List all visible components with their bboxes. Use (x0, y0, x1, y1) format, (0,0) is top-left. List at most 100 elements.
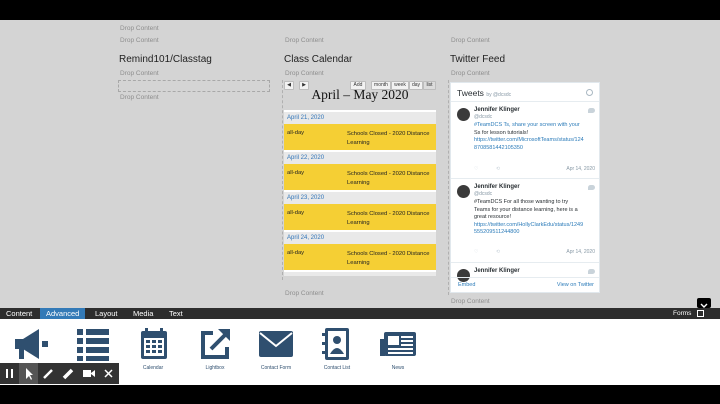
view-on-twitter-link[interactable]: View on Twitter (557, 282, 594, 288)
bottom-bar (0, 385, 720, 404)
calendar-day-header-partial (284, 272, 436, 276)
drop-zone[interactable]: Drop Content (451, 298, 490, 305)
drop-zone[interactable]: Drop Content (120, 37, 159, 44)
tweet-actions[interactable]: ♡ ⟲ (474, 249, 508, 255)
tweet-line: Teams for your distance learning, here i… (474, 206, 578, 213)
twitter-bird-icon (588, 108, 595, 113)
column-title-remind101: Remind101/Classtag (119, 54, 212, 65)
tab-content[interactable]: Content (0, 308, 38, 319)
calendar-day-header[interactable]: April 23, 2020 (284, 192, 436, 204)
widget-label: Contact List (323, 365, 351, 371)
tweet-date[interactable]: Apr 14, 2020 (566, 166, 595, 172)
widget-contact-list[interactable]: Contact List (312, 327, 362, 371)
column-divider (282, 80, 283, 280)
tweet-link[interactable]: 555209511244800 (474, 229, 596, 237)
drop-zone[interactable]: Drop Content (120, 70, 159, 77)
tweet[interactable]: Jennifer Klinger @dcsdc #TeamDCS Ts, sha… (451, 101, 599, 178)
drop-zone[interactable]: Drop Content (120, 25, 159, 32)
avatar[interactable] (457, 108, 470, 121)
collapse-tray-button[interactable] (697, 298, 711, 308)
tab-text[interactable]: Text (163, 308, 189, 319)
calendar-day-header[interactable]: April 21, 2020 (284, 112, 436, 124)
pen-icon[interactable] (39, 363, 58, 384)
tweet-author[interactable]: Jennifer Klinger (474, 184, 520, 190)
tweet-date[interactable]: Apr 14, 2020 (566, 249, 595, 255)
tweet-line: #TeamDCS For all those wanting to try (474, 199, 569, 205)
twitter-feed-widget[interactable]: Tweets by @dcsdc Jennifer Klinger @dcsdc… (450, 82, 600, 293)
tweet-author[interactable]: Jennifer Klinger (474, 268, 520, 274)
widget-label: Calendar (142, 365, 164, 371)
highlighter-icon[interactable] (59, 363, 78, 384)
newspaper-icon (380, 332, 416, 356)
embed-link[interactable]: Embed (458, 282, 475, 288)
pause-icon[interactable] (0, 363, 19, 384)
drop-zone[interactable]: Drop Content (120, 94, 159, 101)
calendar-day-header[interactable]: April 22, 2020 (284, 152, 436, 164)
info-icon[interactable] (586, 89, 593, 96)
tweet-actions[interactable]: ♡ ⟲ (474, 166, 508, 172)
event-title[interactable]: Schools Closed - 2020 Distance Learning (347, 170, 432, 188)
tweet-link[interactable]: 8708581442105350 (474, 145, 596, 153)
calendar-day-header[interactable]: April 24, 2020 (284, 232, 436, 244)
pointer-icon[interactable] (19, 363, 38, 384)
forms-toggle-label[interactable]: Forms (673, 308, 691, 319)
remind101-widget-placeholder[interactable] (118, 80, 270, 92)
drop-zone[interactable]: Drop Content (285, 70, 324, 77)
close-icon[interactable] (99, 363, 118, 384)
camera-icon[interactable] (79, 363, 98, 384)
forms-checkbox[interactable] (697, 310, 704, 317)
calendar-title: April – May 2020 (311, 87, 409, 102)
twitter-bird-icon (588, 185, 595, 190)
widget-contact-form[interactable]: Contact Form (251, 327, 301, 371)
calendar-event[interactable]: all-day Schools Closed - 2020 Distance L… (284, 124, 436, 150)
tweet-line: #TeamDCS Ts, share your screen with your (474, 122, 580, 128)
tweet-line: great resource! (474, 214, 511, 220)
tweet-author[interactable]: Jennifer Klinger (474, 107, 520, 113)
annotation-toolbar (0, 363, 119, 384)
twitter-header-handle[interactable]: by @dcsdc (486, 92, 511, 98)
megaphone-icon (15, 329, 48, 359)
tab-advanced[interactable]: Advanced (40, 308, 86, 319)
tweet-link[interactable]: https://twitter.com/HollyClarkEdu/status… (474, 222, 596, 230)
envelope-icon (259, 331, 293, 357)
avatar[interactable] (457, 185, 470, 198)
widget-megaphone[interactable] (6, 327, 56, 365)
tweet-handle[interactable]: @dcsdc (474, 191, 492, 197)
tweet[interactable]: Jennifer Klinger @dcsdc #TeamDCS For all… (451, 178, 599, 262)
event-time: all-day (287, 170, 305, 176)
drop-zone[interactable]: Drop Content (285, 37, 324, 44)
twitter-bird-icon (588, 269, 595, 274)
lightbox-icon (201, 329, 230, 359)
list-icon (77, 329, 109, 361)
widget-news[interactable]: News (373, 327, 423, 371)
twitter-footer: Embed View on Twitter (451, 277, 599, 292)
tweet-handle[interactable]: @dcsdc (474, 114, 492, 120)
page-editor-canvas: Drop Content Drop Content Drop Content D… (0, 20, 720, 308)
tweet-text: #TeamDCS For all those wanting to try Te… (474, 199, 596, 237)
screen: Drop Content Drop Content Drop Content D… (0, 0, 720, 404)
event-time: all-day (287, 210, 305, 216)
calendar-list[interactable]: April 21, 2020 all-day Schools Closed - … (284, 110, 436, 276)
calendar-event[interactable]: all-day Schools Closed - 2020 Distance L… (284, 164, 436, 190)
tab-layout[interactable]: Layout (89, 308, 124, 319)
tab-media[interactable]: Media (127, 308, 159, 319)
widget-lightbox[interactable]: Lightbox (190, 327, 240, 371)
top-bar (0, 0, 720, 20)
calendar-event[interactable]: all-day Schools Closed - 2020 Distance L… (284, 204, 436, 230)
tweet-link[interactable]: https://twitter.com/MicrosoftTeams/statu… (474, 137, 596, 145)
column-title-calendar: Class Calendar (284, 54, 353, 65)
widget-label: Lightbox (205, 365, 225, 371)
calendar-event[interactable]: all-day Schools Closed - 2020 Distance L… (284, 244, 436, 270)
drop-zone[interactable]: Drop Content (285, 290, 324, 297)
twitter-header: Tweets by @dcsdc (457, 88, 511, 98)
widget-label: Contact Form (260, 365, 292, 371)
drop-zone[interactable]: Drop Content (451, 37, 490, 44)
calendar-icon (141, 328, 167, 359)
event-title[interactable]: Schools Closed - 2020 Distance Learning (347, 210, 432, 228)
widget-calendar[interactable]: Calendar (128, 327, 178, 371)
event-title[interactable]: Schools Closed - 2020 Distance Learning (347, 250, 432, 268)
column-divider (448, 80, 449, 295)
event-title[interactable]: Schools Closed - 2020 Distance Learning (347, 130, 432, 148)
drop-zone[interactable]: Drop Content (451, 70, 490, 77)
widget-list[interactable] (68, 327, 118, 365)
